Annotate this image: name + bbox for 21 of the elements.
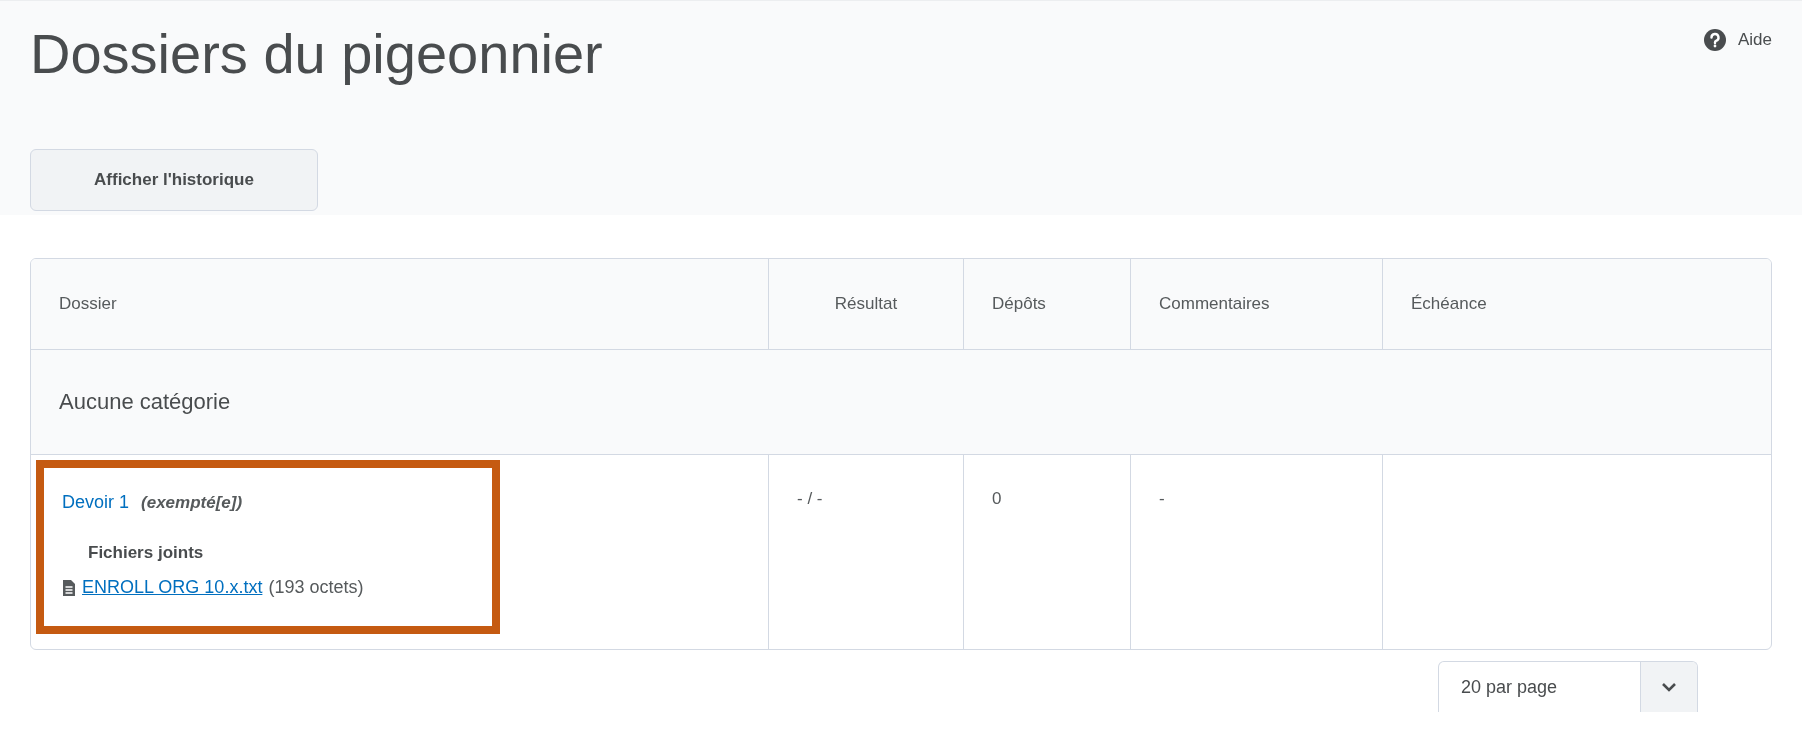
chevron-down-icon bbox=[1661, 682, 1677, 692]
help-link[interactable]: Aide bbox=[1703, 29, 1772, 51]
column-header: Commentaires bbox=[1159, 294, 1270, 314]
status-label: (exempté[e]) bbox=[141, 493, 243, 513]
file-link[interactable]: ENROLL ORG 10.x.txt bbox=[82, 577, 263, 598]
document-icon bbox=[62, 578, 76, 597]
column-header: Résultat bbox=[834, 294, 898, 314]
comments-cell: - bbox=[1159, 489, 1165, 508]
column-header: Dépôts bbox=[992, 294, 1046, 314]
column-header: Dossier bbox=[59, 294, 117, 314]
column-header: Échéance bbox=[1411, 294, 1487, 314]
file-size: (193 octets) bbox=[268, 577, 364, 598]
page-size-select[interactable]: 20 par page bbox=[1438, 661, 1698, 712]
assignment-link[interactable]: Devoir 1 bbox=[62, 492, 130, 513]
page-title: Dossiers du pigeonnier bbox=[30, 21, 603, 87]
result-cell: - / - bbox=[797, 489, 823, 508]
history-button[interactable]: Afficher l'historique bbox=[30, 149, 318, 211]
category-label: Aucune catégorie bbox=[59, 389, 231, 415]
submissions-cell: 0 bbox=[992, 489, 1002, 508]
attachments-label: Fichiers joints bbox=[88, 543, 205, 563]
help-icon bbox=[1703, 29, 1726, 51]
